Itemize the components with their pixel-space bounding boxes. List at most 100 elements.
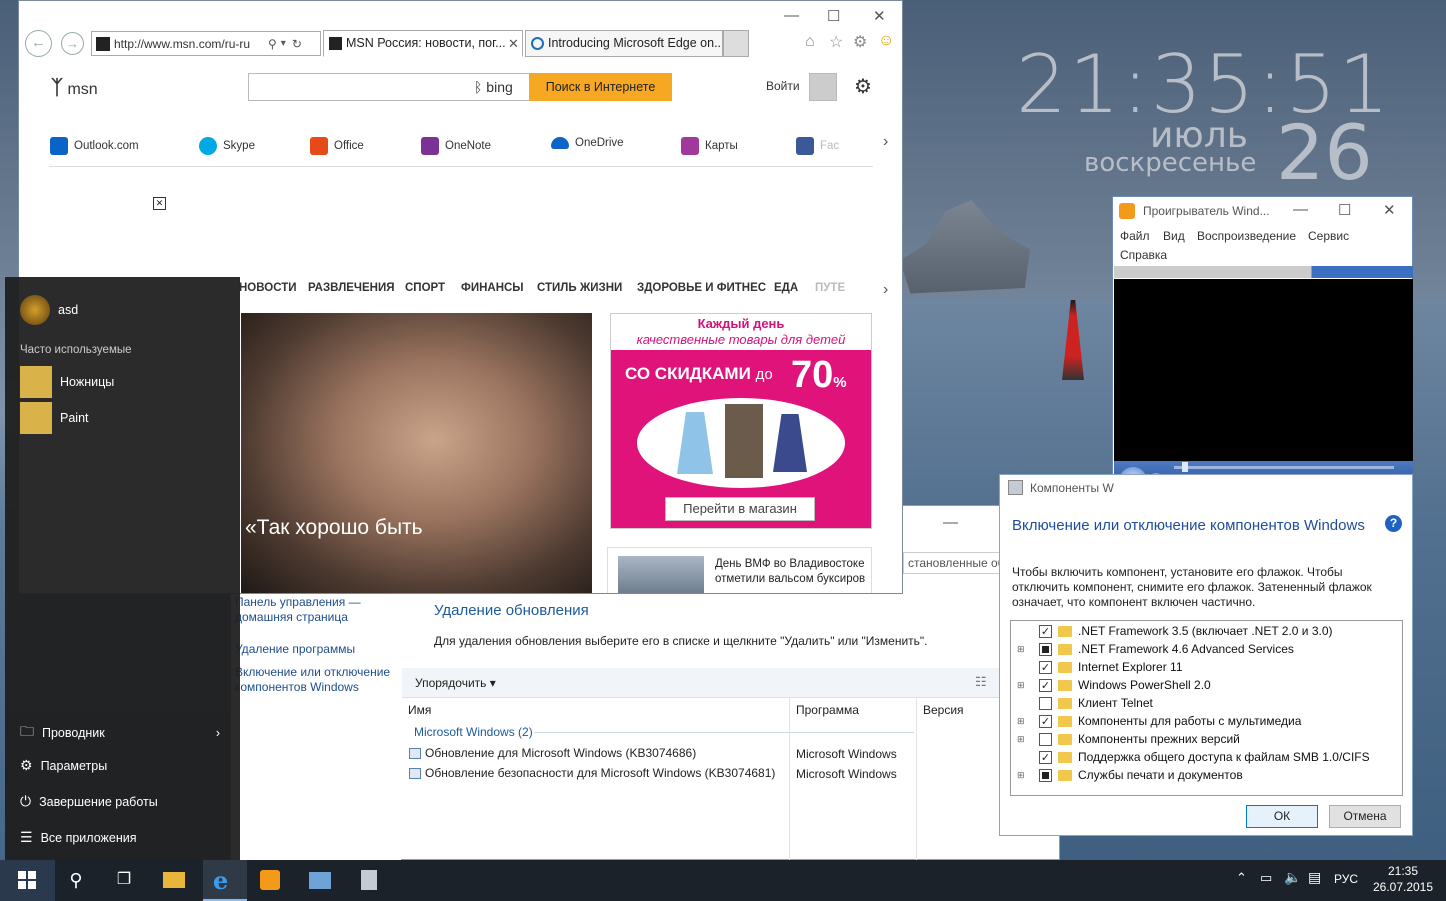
column-version[interactable]: Версия <box>923 703 964 717</box>
feature-checkbox[interactable]: ✓ <box>1039 660 1052 674</box>
help-icon[interactable]: ? <box>1385 515 1402 532</box>
ok-button[interactable]: ОК <box>1246 805 1318 828</box>
category-sport[interactable]: СПОРТ <box>405 282 445 294</box>
features-taskbar-icon[interactable] <box>355 867 383 893</box>
explorer-item[interactable]: 🗀 Проводник › <box>20 721 220 745</box>
features-tree[interactable]: ✓ .NET Framework 3.5 (включает .NET 2.0 и… <box>1010 620 1403 796</box>
file-explorer-icon[interactable] <box>160 867 188 893</box>
video-area[interactable] <box>1114 279 1413 444</box>
feature-item[interactable]: ✓ .NET Framework 3.5 (включает .NET 2.0 и… <box>1011 622 1402 640</box>
control-panel-taskbar-icon[interactable] <box>306 867 334 893</box>
feature-item[interactable]: ✓ Поддержка общего доступа к файлам SMB 1… <box>1011 748 1402 766</box>
expand-icon[interactable]: ⊞ <box>1017 770 1027 781</box>
ie-taskbar-button[interactable]: e <box>203 860 247 901</box>
feature-item[interactable]: Клиент Telnet <box>1011 694 1402 712</box>
tab-msn[interactable]: MSN Россия: новости, пог... <box>323 30 523 57</box>
new-tab-button[interactable] <box>723 30 749 57</box>
menu-playback[interactable]: Воспроизведение <box>1197 229 1296 243</box>
chevron-down-icon[interactable]: ▾ <box>281 38 286 49</box>
feature-checkbox[interactable]: ✓ <box>1039 750 1052 764</box>
cp-home-link[interactable]: Панель управления — домашняя страница <box>235 595 395 625</box>
quick-link-facebook[interactable]: Fac <box>796 137 839 155</box>
signin-link[interactable]: Войти <box>766 79 800 93</box>
menu-file[interactable]: Файл <box>1120 229 1150 243</box>
search-icon[interactable]: ⚲ <box>268 37 277 51</box>
table-row[interactable]: Обновление безопасности для Microsoft Wi… <box>409 766 775 780</box>
quick-link-skype[interactable]: Skype <box>199 137 255 155</box>
category-travel[interactable]: ПУТЕ <box>815 282 845 294</box>
close-icon[interactable]: ✕ <box>1383 201 1396 219</box>
feature-checkbox[interactable] <box>1039 768 1052 782</box>
favorites-icon[interactable]: ☆ <box>829 32 843 52</box>
seek-handle[interactable] <box>1182 462 1188 472</box>
user-account[interactable]: asd <box>20 295 78 325</box>
feature-item[interactable]: ⊞ .NET Framework 4.6 Advanced Services <box>1011 640 1402 658</box>
column-name[interactable]: Имя <box>408 703 431 717</box>
avatar[interactable] <box>809 73 837 101</box>
feature-checkbox[interactable] <box>1039 732 1052 746</box>
quick-link-onenote[interactable]: OneNote <box>421 137 491 155</box>
cp-minimize-button[interactable]: — <box>943 514 958 531</box>
menu-help[interactable]: Справка <box>1120 248 1167 262</box>
expand-icon[interactable]: ⊞ <box>1017 644 1027 655</box>
feature-item[interactable]: ⊞ ✓ Компоненты для работы с мультимедиа <box>1011 712 1402 730</box>
feature-item[interactable]: ⊞ ✓ Windows PowerShell 2.0 <box>1011 676 1402 694</box>
expand-icon[interactable]: ⊞ <box>1017 680 1027 691</box>
category-food[interactable]: ЕДА <box>774 282 798 294</box>
view-options-icon[interactable]: ☷ <box>975 674 987 690</box>
expand-icon[interactable]: ⊞ <box>1017 716 1027 727</box>
quick-link-outlook[interactable]: Outlook.com <box>50 137 139 155</box>
category-entertainment[interactable]: РАЗВЛЕЧЕНИЯ <box>308 282 395 294</box>
feature-item[interactable]: ⊞ Службы печати и документов <box>1011 766 1402 784</box>
category-finance[interactable]: ФИНАНСЫ <box>461 282 524 294</box>
ad-banner[interactable]: Каждый день качественные товары для дете… <box>610 313 872 529</box>
feature-item[interactable]: ✓ Internet Explorer 11 <box>1011 658 1402 676</box>
start-button[interactable] <box>0 860 55 901</box>
chevron-right-icon[interactable]: › <box>883 133 888 151</box>
search-icon[interactable]: ⚲ <box>62 867 90 893</box>
language-indicator[interactable]: РУС <box>1334 872 1358 886</box>
back-icon[interactable]: ← <box>25 30 52 57</box>
settings-item[interactable]: ⚙ Параметры <box>20 757 107 774</box>
ad-shop-button[interactable]: Перейти в магазин <box>665 497 815 521</box>
quick-link-maps[interactable]: Карты <box>681 137 738 155</box>
app-paint[interactable]: Paint <box>20 402 89 434</box>
feature-checkbox[interactable]: ✓ <box>1039 714 1052 728</box>
maximize-icon[interactable]: ☐ <box>1338 201 1351 219</box>
forward-icon[interactable]: → <box>61 32 84 55</box>
gear-icon[interactable]: ⚙ <box>853 32 867 52</box>
media-player-taskbar-icon[interactable] <box>256 867 284 893</box>
quick-link-office[interactable]: Office <box>310 137 364 155</box>
settings-gear-icon[interactable]: ⚙ <box>854 74 872 99</box>
organize-button[interactable]: Упорядочить ▾ <box>415 676 496 690</box>
column-program[interactable]: Программа <box>796 703 859 717</box>
web-search-button[interactable]: Поиск в Интернете <box>529 73 672 101</box>
smiley-icon[interactable]: ☺ <box>878 32 894 50</box>
cp-features-link[interactable]: Включение или отключение компонентов Win… <box>235 665 395 695</box>
all-apps-item[interactable]: ☰ Все приложения <box>20 829 137 846</box>
menu-tools[interactable]: Сервис <box>1308 229 1349 243</box>
notifications-icon[interactable]: ▤ <box>1308 869 1321 886</box>
power-item[interactable]: ⏻ Завершение работы <box>20 793 158 810</box>
table-row[interactable]: Обновление для Microsoft Windows (KB3074… <box>409 746 696 760</box>
taskbar-clock[interactable]: 21:35 26.07.2015 <box>1372 863 1434 895</box>
tab-edge[interactable]: Introducing Microsoft Edge on... <box>525 30 723 57</box>
category-lifestyle[interactable]: СТИЛЬ ЖИЗНИ <box>537 282 622 294</box>
address-bar[interactable]: http://www.msn.com/ru-ru ⚲ ▾ ↻ <box>91 31 321 56</box>
minimize-icon[interactable]: — <box>1293 201 1308 218</box>
minimize-icon[interactable]: — <box>784 7 799 24</box>
feature-checkbox[interactable]: ✓ <box>1039 624 1052 638</box>
close-icon[interactable]: ✕ <box>873 7 886 25</box>
hero-caption[interactable]: «Так хорошо быть <box>245 516 423 540</box>
msn-logo[interactable]: ᛉ msn <box>51 77 98 100</box>
feature-checkbox[interactable]: ✓ <box>1039 678 1052 692</box>
news-card[interactable]: День ВМФ во Владивостоке отметили вальсо… <box>607 547 872 593</box>
chevron-up-icon[interactable]: ⌃ <box>1236 870 1247 886</box>
expand-icon[interactable]: ⊞ <box>1017 734 1027 745</box>
category-news[interactable]: НОВОСТИ <box>239 282 297 294</box>
task-view-icon[interactable]: ❐ <box>110 867 138 893</box>
volume-icon[interactable]: 🔈 <box>1284 869 1301 886</box>
hero-image[interactable] <box>241 313 592 593</box>
category-health[interactable]: ЗДОРОВЬЕ И ФИТНЕС <box>637 282 766 294</box>
close-tab-icon[interactable]: ✕ <box>508 36 519 52</box>
